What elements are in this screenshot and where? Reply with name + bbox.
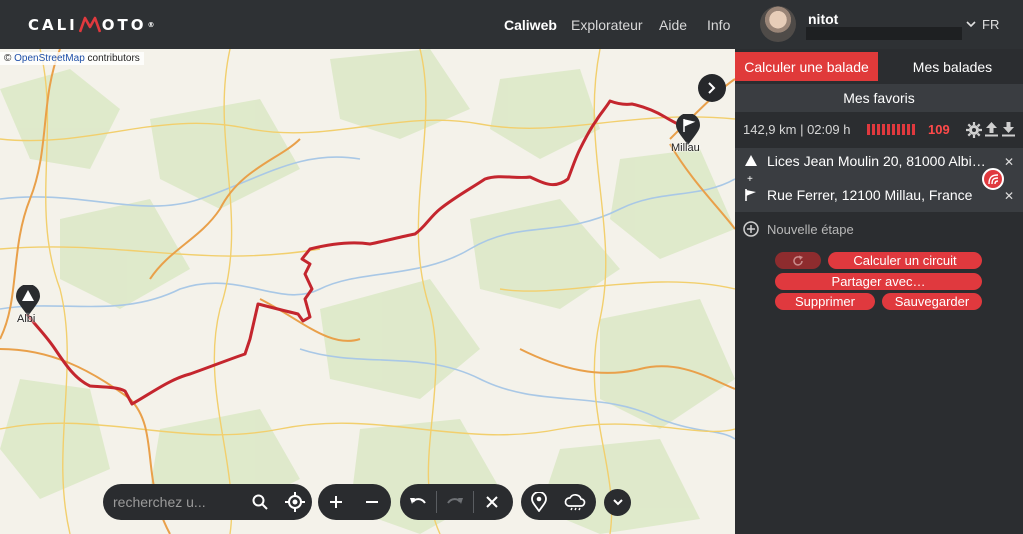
nav-explorateur[interactable]: Explorateur <box>571 17 643 33</box>
share-button[interactable]: Partager avec… <box>775 273 982 290</box>
insert-step-icon[interactable]: + <box>747 174 753 185</box>
poi-icon <box>531 492 547 512</box>
layer-controls <box>521 484 596 520</box>
nav-info[interactable]: Info <box>707 17 730 33</box>
curviness-score: 109 <box>928 122 950 137</box>
road-type-badge[interactable] <box>982 168 1004 190</box>
save-button[interactable]: Sauvegarder <box>882 293 982 310</box>
route-panel: Calculer une balade Mes balades Mes favo… <box>735 49 1023 534</box>
zoom-in-icon <box>330 496 342 508</box>
nav-caliweb[interactable]: Caliweb <box>504 17 557 33</box>
settings-icon[interactable] <box>966 122 982 138</box>
weather-icon <box>564 494 586 511</box>
zoom-out-button[interactable] <box>354 484 390 520</box>
zoom-out-icon <box>366 501 378 503</box>
chevron-down-icon <box>612 499 623 506</box>
new-step-label[interactable]: Nouvelle étape <box>767 222 854 237</box>
finish-place-label: Millau <box>671 142 700 154</box>
calculate-circuit-button[interactable]: Calculer un circuit <box>828 252 982 269</box>
locate-icon <box>284 492 305 512</box>
calimoto-logo[interactable]: CALI OTO ® <box>28 14 155 36</box>
road-badge-icon <box>988 174 999 185</box>
download-icon[interactable] <box>1002 122 1015 137</box>
logo-text-right: OTO <box>101 16 147 34</box>
attribution-prefix: © <box>4 53 15 64</box>
start-place-label: Albi <box>17 313 36 325</box>
avatar[interactable] <box>760 6 796 42</box>
language-selector[interactable]: FR <box>966 17 999 32</box>
search-bar <box>103 484 312 520</box>
chevron-right-icon <box>708 82 716 94</box>
more-tools-button[interactable] <box>604 489 631 516</box>
locate-button[interactable] <box>278 484 313 520</box>
undo-button[interactable] <box>400 484 436 520</box>
search-input[interactable] <box>113 494 243 510</box>
tab-my-rides[interactable]: Mes balades <box>882 52 1023 81</box>
delete-button[interactable]: Supprimer <box>775 293 875 310</box>
poi-button[interactable] <box>521 484 557 520</box>
waypoint-end-address[interactable]: Rue Ferrer, 12100 Millau, France <box>767 187 972 203</box>
add-step-icon[interactable] <box>743 221 759 237</box>
language-label: FR <box>982 17 1000 32</box>
waypoint-list: Lices Jean Moulin 20, 81000 Albi… ✕ + Ru… <box>735 148 1023 212</box>
remove-end-button[interactable]: ✕ <box>1004 189 1014 203</box>
search-button[interactable] <box>243 484 278 520</box>
username[interactable]: nitot <box>808 11 838 27</box>
map-attribution: © OpenStreetMap contributors <box>0 52 144 65</box>
search-icon <box>252 494 268 510</box>
refresh-icon <box>793 255 803 266</box>
chevron-down-icon <box>966 21 976 28</box>
redo-button[interactable] <box>437 484 473 520</box>
logo-text-left: CALI <box>28 16 78 34</box>
osm-link[interactable]: OpenStreetMap <box>14 53 85 64</box>
clear-route-button[interactable] <box>474 484 510 520</box>
finish-flag-icon <box>745 189 756 201</box>
upload-icon[interactable] <box>985 122 998 137</box>
tab-calculate-ride[interactable]: Calculer une balade <box>735 52 878 81</box>
curviness-bars <box>867 124 915 135</box>
tab-favorites[interactable]: Mes favoris <box>735 84 1023 112</box>
attribution-suffix: contributors <box>84 53 140 64</box>
undo-icon <box>410 498 426 504</box>
map-tiles[interactable] <box>0 49 735 534</box>
route-stats: 142,9 km | 02:09 h <box>743 122 851 137</box>
collapse-panel-button[interactable] <box>698 74 726 102</box>
top-bar: CALI OTO ® Caliweb Explorateur Aide Info… <box>0 0 1023 49</box>
clear-icon <box>486 496 498 508</box>
waypoint-start-address[interactable]: Lices Jean Moulin 20, 81000 Albi… <box>767 153 986 169</box>
logo-registered-mark: ® <box>147 21 155 29</box>
redo-icon <box>447 498 463 504</box>
start-triangle-icon <box>745 155 757 166</box>
zoom-controls <box>318 484 391 520</box>
logo-pin-icon <box>78 16 101 33</box>
zoom-in-button[interactable] <box>318 484 354 520</box>
refresh-button[interactable] <box>775 252 821 269</box>
nav-aide[interactable]: Aide <box>659 17 687 33</box>
map-view[interactable]: © OpenStreetMap contributors Albi Millau <box>0 49 735 534</box>
remove-start-button[interactable]: ✕ <box>1004 155 1014 169</box>
username-subline <box>806 27 962 40</box>
weather-button[interactable] <box>557 484 593 520</box>
edit-controls <box>400 484 513 520</box>
